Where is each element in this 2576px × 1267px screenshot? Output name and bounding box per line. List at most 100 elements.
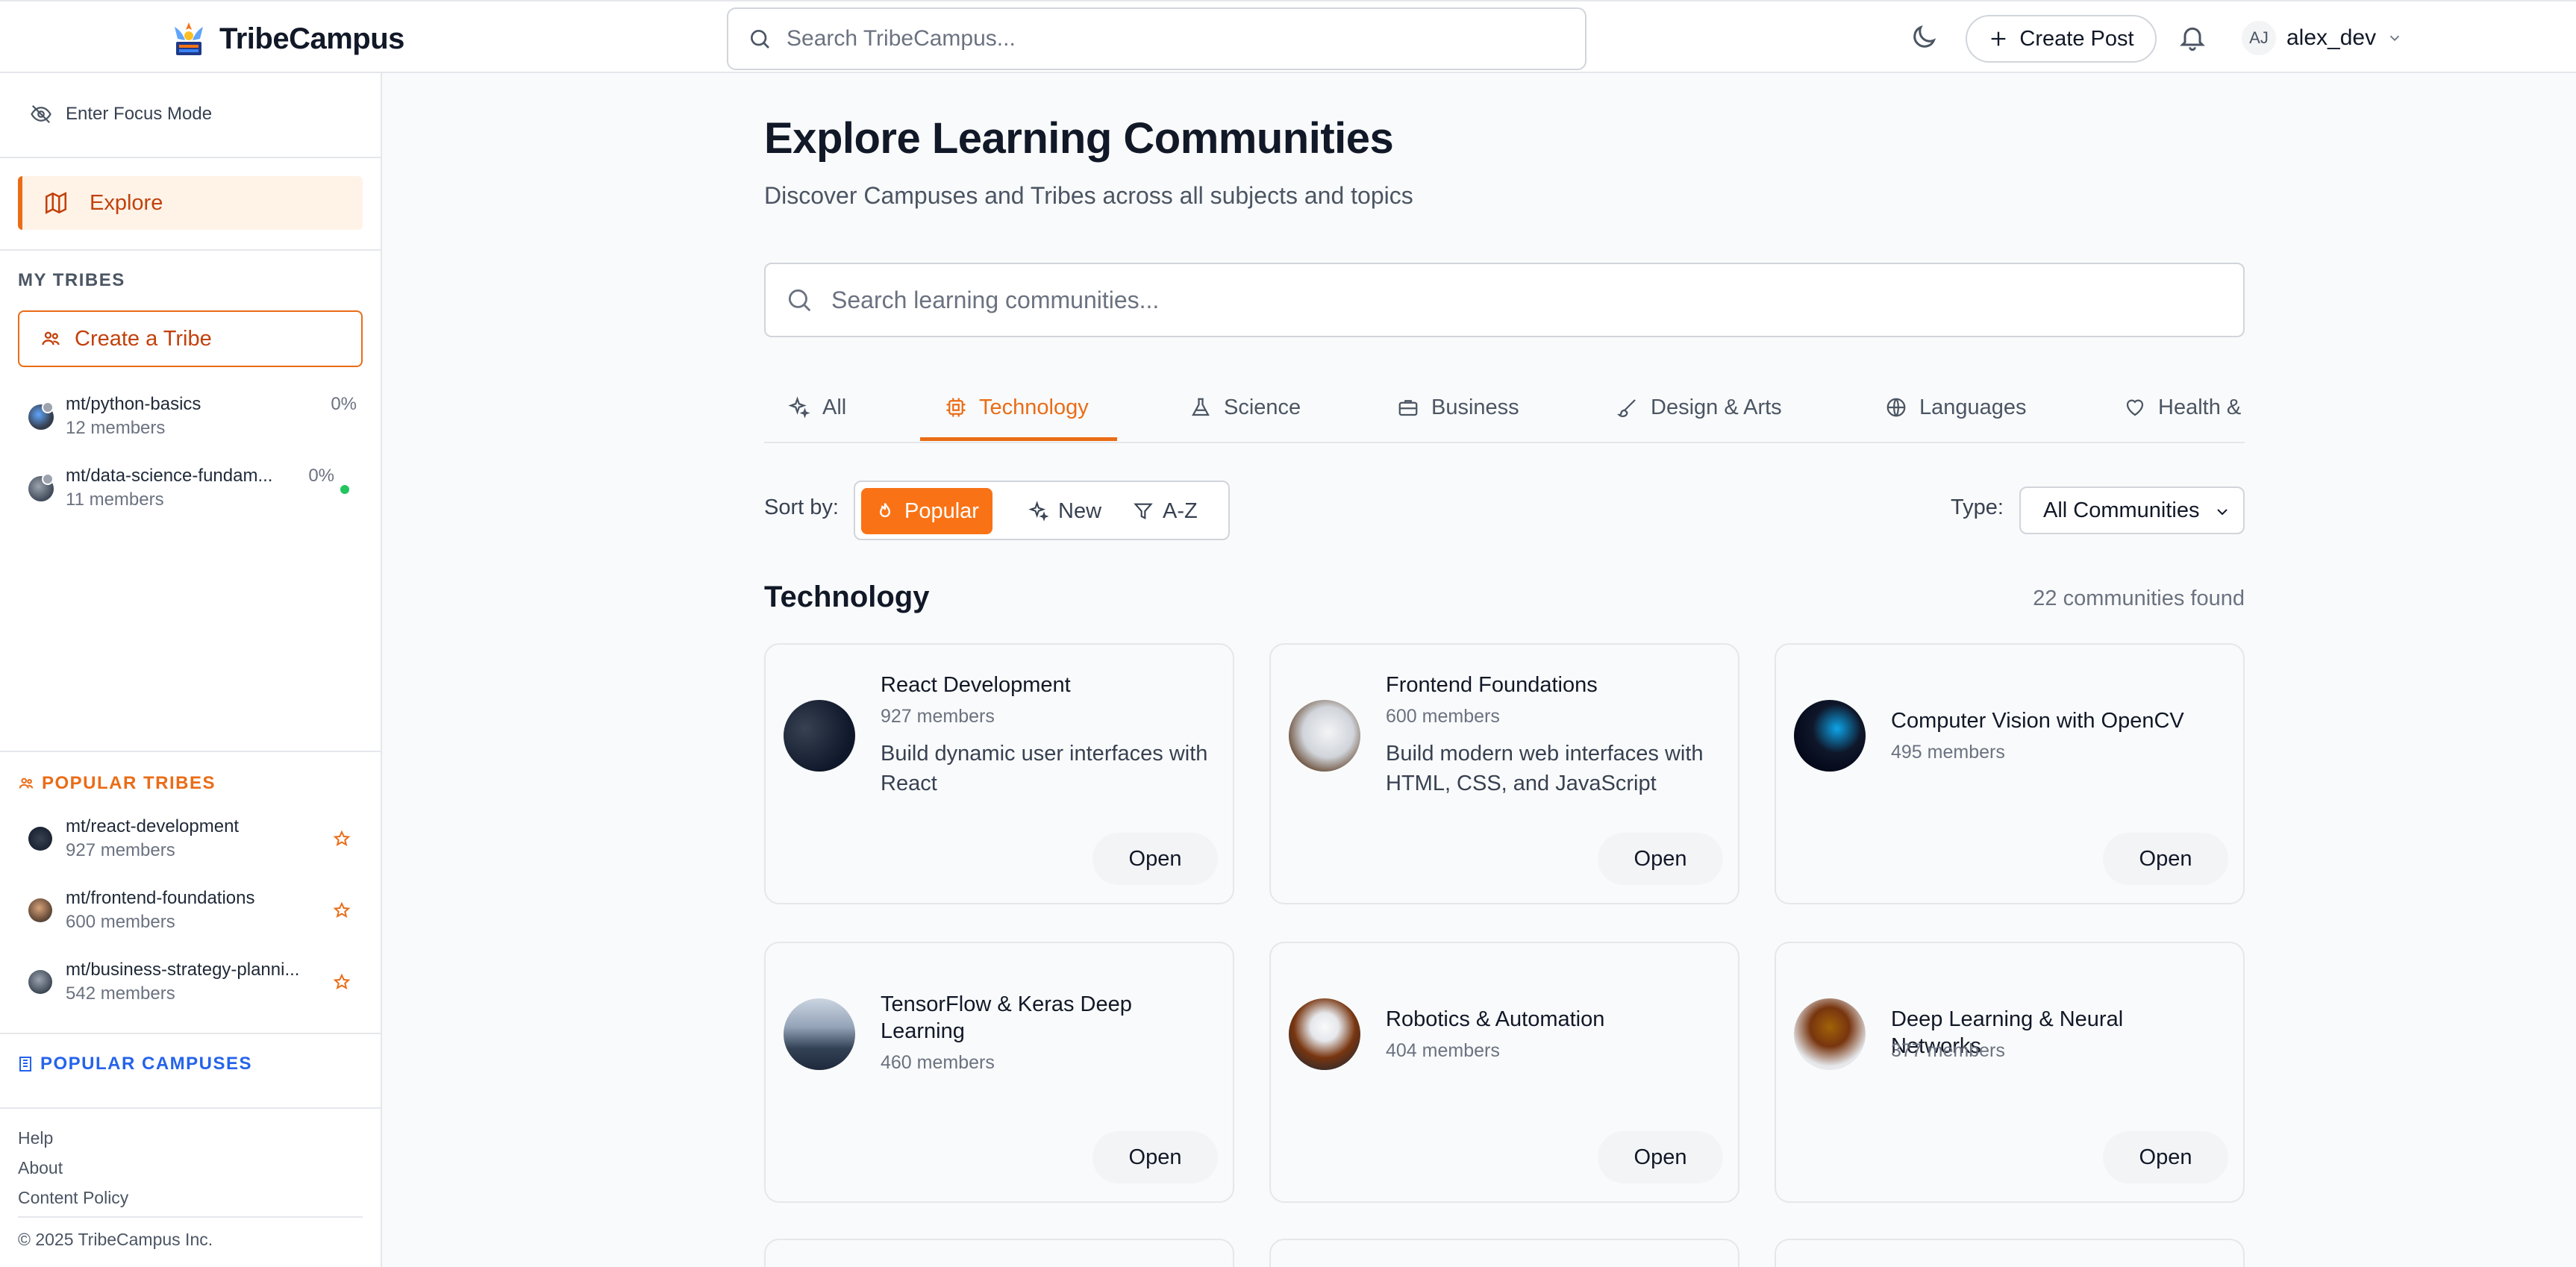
sort-az-button[interactable]: A-Z — [1119, 488, 1211, 534]
online-indicator — [340, 485, 349, 494]
community-card[interactable]: Frontend Foundations 600 members Build m… — [1269, 643, 1739, 904]
star-icon[interactable] — [333, 830, 351, 848]
community-card[interactable]: Computer Vision with OpenCV 495 members … — [1775, 643, 2245, 904]
search-icon — [751, 30, 769, 49]
tribe-members: 600 members — [66, 912, 175, 932]
tribe-members: 11 members — [66, 489, 164, 510]
global-search-input[interactable] — [787, 26, 1533, 51]
popular-campuses-label: POPULAR CAMPUSES — [40, 1054, 253, 1074]
tribe-progress: 0% — [308, 466, 334, 486]
left-sidebar: Enter Focus Mode Explore MY TRIBES Creat… — [0, 73, 382, 1267]
active-tab-indicator — [920, 437, 1117, 441]
tab-all[interactable]: All — [788, 373, 846, 442]
sidebar-item-explore[interactable]: Explore — [18, 176, 363, 230]
heart-icon — [2126, 399, 2144, 416]
open-button[interactable]: Open — [1092, 833, 1218, 885]
community-title: TensorFlow & Keras Deep Learning — [881, 992, 1132, 1043]
tab-technology[interactable]: Technology — [945, 373, 1089, 442]
sort-options: Popular New A-Z — [854, 481, 1230, 540]
plus-icon — [1992, 31, 2006, 46]
popular-tribe-item[interactable]: mt/react-development 927 members — [28, 813, 357, 866]
create-tribe-button[interactable]: Create a Tribe — [18, 310, 363, 367]
star-icon[interactable] — [333, 973, 351, 991]
status-indicator — [42, 401, 54, 413]
type-filter-value: All Communities — [2043, 498, 2200, 522]
community-card[interactable] — [1269, 1239, 1739, 1267]
global-search[interactable] — [727, 7, 1586, 70]
type-filter-label: Type: — [1951, 495, 2004, 519]
section-title: Technology — [764, 581, 930, 613]
eye-off-icon — [31, 104, 51, 124]
tribecampus-logo-icon — [175, 22, 203, 55]
brush-icon — [1617, 399, 1636, 418]
sort-label-new: New — [1058, 498, 1102, 523]
briefcase-icon — [1398, 400, 1418, 416]
copyright: © 2025 TribeCampus Inc. — [18, 1230, 213, 1249]
sort-new-button[interactable]: New — [1015, 488, 1115, 534]
star-icon[interactable] — [333, 901, 351, 919]
open-button[interactable]: Open — [2103, 1131, 2228, 1183]
my-tribe-item[interactable]: mt/python-basics 12 members 0% — [28, 391, 357, 443]
community-card[interactable]: React Development 927 members Build dyna… — [764, 643, 1234, 904]
tab-label: Business — [1431, 395, 1519, 419]
sort-popular-button[interactable]: Popular — [861, 488, 992, 534]
open-button[interactable]: Open — [2103, 833, 2228, 885]
notifications-bell-icon[interactable] — [2178, 22, 2207, 52]
tribe-avatar — [28, 827, 52, 851]
community-card[interactable] — [1775, 1239, 2245, 1267]
building-icon — [19, 1057, 31, 1072]
user-menu[interactable]: AJ alex_dev — [2242, 21, 2403, 55]
tab-label: Languages — [1919, 395, 2027, 419]
tab-label: Science — [1224, 395, 1301, 419]
flame-icon — [879, 503, 891, 518]
community-search-input[interactable] — [831, 286, 2234, 314]
create-post-button[interactable]: Create Post — [1966, 15, 2157, 63]
tab-business[interactable]: Business — [1397, 373, 1519, 442]
community-card[interactable] — [764, 1239, 1234, 1267]
results-count: 22 communities found — [2033, 586, 2245, 610]
create-tribe-label: Create a Tribe — [75, 326, 212, 351]
community-members: 404 members — [1386, 1040, 1500, 1061]
tab-design-arts[interactable]: Design & Arts — [1616, 373, 1782, 442]
popular-tribe-item[interactable]: mt/frontend-foundations 600 members — [28, 885, 357, 937]
tab-label: All — [822, 395, 847, 419]
tab-health[interactable]: Health & — [2124, 373, 2241, 442]
community-thumbnail — [1794, 998, 1866, 1070]
tribe-members: 12 members — [66, 418, 166, 438]
divider — [0, 157, 381, 158]
username: alex_dev — [2286, 25, 2377, 50]
footer-link-content-policy[interactable]: Content Policy — [18, 1188, 128, 1208]
tribe-name: mt/frontend-foundations — [66, 888, 255, 908]
dark-mode-toggle-icon[interactable] — [1909, 22, 1939, 52]
community-card[interactable]: Robotics & Automation 404 members Open — [1269, 942, 1739, 1203]
community-members: 495 members — [1891, 742, 2005, 763]
app-name: TribeCampus — [219, 22, 404, 55]
popular-tribe-item[interactable]: mt/business-strategy-planni... 542 membe… — [28, 957, 357, 1009]
open-button[interactable]: Open — [1092, 1131, 1218, 1183]
sparkles-icon — [1028, 501, 1049, 522]
type-filter-select[interactable]: All Communities — [2019, 487, 2245, 534]
avatar: AJ — [2242, 21, 2276, 55]
tribe-avatar — [28, 970, 52, 994]
chevron-down-icon — [2389, 35, 2400, 42]
open-button[interactable]: Open — [1598, 1131, 1723, 1183]
focus-mode-button[interactable]: Enter Focus Mode — [30, 103, 212, 125]
community-card[interactable]: Deep Learning & Neural Networks 377 memb… — [1775, 942, 2245, 1203]
tab-science[interactable]: Science — [1189, 373, 1301, 442]
footer-link-about[interactable]: About — [18, 1158, 63, 1178]
footer-link-help[interactable]: Help — [18, 1128, 53, 1148]
sort-label-az: A-Z — [1163, 498, 1198, 523]
my-tribe-item[interactable]: mt/data-science-fundam... 11 members 0% — [28, 463, 357, 515]
create-post-label: Create Post — [2019, 26, 2134, 51]
cpu-icon — [946, 398, 966, 417]
app-logo[interactable]: TribeCampus — [169, 19, 404, 58]
divider — [0, 249, 381, 251]
popular-tribes-label: POPULAR TRIBES — [42, 773, 216, 793]
community-search[interactable] — [764, 263, 2245, 337]
community-card[interactable]: TensorFlow & Keras Deep Learning 460 mem… — [764, 942, 1234, 1203]
popular-campuses-heading[interactable]: POPULAR CAMPUSES — [18, 1054, 252, 1074]
open-button[interactable]: Open — [1598, 833, 1723, 885]
chevron-down-icon — [2217, 509, 2228, 516]
tribe-members: 542 members — [66, 983, 175, 1004]
tab-languages[interactable]: Languages — [1885, 373, 2027, 442]
